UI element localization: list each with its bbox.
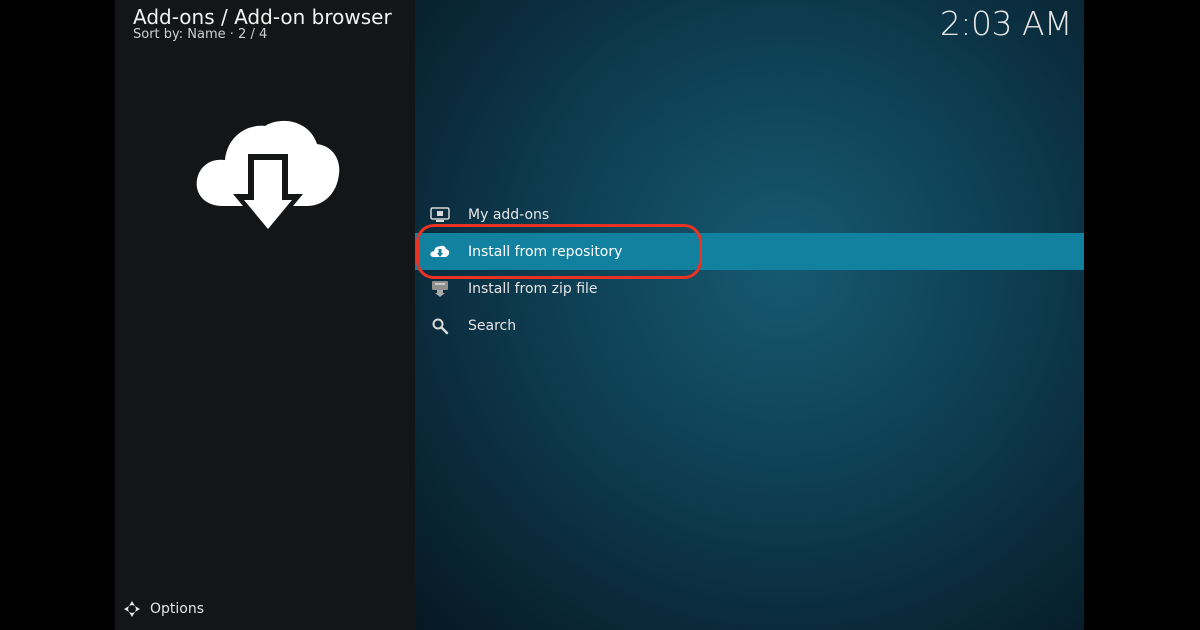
options-button[interactable]: Options [123, 600, 204, 618]
menu-item-my-addons[interactable]: My add-ons [415, 196, 1084, 233]
kodi-screen: Options Add-ons / Add-on browser Sort by… [115, 0, 1084, 630]
menu-item-label: Install from repository [468, 243, 623, 260]
menu-item-label: Search [468, 317, 517, 334]
sort-and-position: Sort by: Name · 2 / 4 [133, 27, 268, 42]
page-title: Add-ons / Add-on browser [133, 5, 392, 29]
left-info-panel: Options [115, 0, 415, 630]
tv-box-icon [429, 204, 451, 226]
zip-file-icon [429, 278, 451, 300]
cloud-download-large-icon [196, 120, 340, 236]
menu-item-install-from-zip-file[interactable]: Install from zip file [415, 270, 1084, 307]
clock: 2:03 AM [939, 4, 1073, 43]
menu-item-install-from-repository[interactable]: Install from repository [415, 233, 1084, 270]
menu-item-label: Install from zip file [468, 280, 598, 297]
menu-item-search[interactable]: Search [415, 307, 1084, 344]
options-label: Options [150, 601, 205, 617]
search-icon [429, 315, 451, 337]
options-diamond-icon [123, 600, 141, 618]
cloud-download-icon [429, 241, 451, 263]
addon-browser-menu: My add-ons Install from repository Insta… [415, 196, 1084, 344]
menu-item-label: My add-ons [468, 206, 550, 223]
